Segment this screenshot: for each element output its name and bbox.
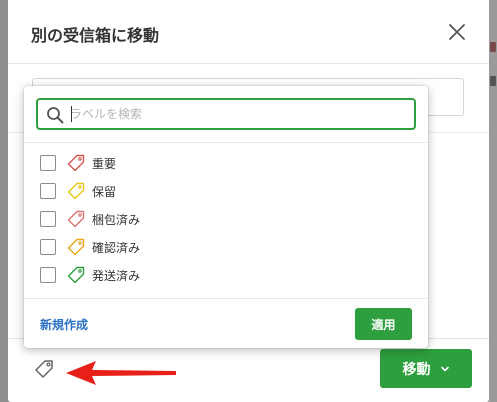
dialog-header: 別の受信箱に移動 bbox=[8, 0, 489, 64]
tag-icon bbox=[35, 360, 53, 378]
checkbox[interactable] bbox=[40, 211, 56, 227]
search-icon bbox=[47, 107, 64, 124]
chevron-down-icon bbox=[440, 366, 449, 371]
checkbox[interactable] bbox=[40, 183, 56, 199]
label-item-hold[interactable]: 保留 bbox=[40, 180, 400, 202]
tag-icon bbox=[67, 266, 85, 284]
label-name: 確認済み bbox=[92, 240, 141, 255]
tag-icon bbox=[67, 154, 85, 172]
background-marker bbox=[490, 42, 496, 52]
tag-icon bbox=[67, 210, 85, 228]
label-name: 発送済み bbox=[92, 268, 141, 283]
label-item-packed[interactable]: 梱包済み bbox=[40, 208, 400, 230]
checkbox[interactable] bbox=[40, 239, 56, 255]
dialog-title: 別の受信箱に移動 bbox=[31, 26, 160, 45]
label-name: 重要 bbox=[92, 156, 117, 171]
background-marker bbox=[490, 76, 496, 86]
checkbox[interactable] bbox=[40, 155, 56, 171]
apply-button[interactable]: 適用 bbox=[355, 308, 412, 340]
create-label-link[interactable]: 新規作成 bbox=[40, 316, 88, 333]
label-item-important[interactable]: 重要 bbox=[40, 152, 400, 174]
label-name: 梱包済み bbox=[92, 212, 141, 227]
label-search-input[interactable] bbox=[70, 102, 410, 126]
close-icon bbox=[449, 24, 465, 40]
label-name: 保留 bbox=[92, 184, 117, 199]
label-item-shipped[interactable]: 発送済み bbox=[40, 264, 400, 286]
label-search-box[interactable] bbox=[36, 98, 416, 130]
tag-button[interactable] bbox=[32, 357, 56, 381]
close-button[interactable] bbox=[447, 22, 467, 42]
tag-icon bbox=[67, 238, 85, 256]
red-arrow-annotation bbox=[66, 361, 176, 385]
tag-icon bbox=[67, 182, 85, 200]
label-item-confirmed[interactable]: 確認済み bbox=[40, 236, 400, 258]
text-cursor bbox=[71, 106, 72, 122]
move-button-label: 移動 bbox=[402, 361, 431, 378]
move-button[interactable]: 移動 bbox=[380, 349, 472, 388]
divider bbox=[24, 142, 428, 143]
label-popover: 重要 保留 梱包済み 確認済み bbox=[24, 86, 428, 348]
checkbox[interactable] bbox=[40, 267, 56, 283]
divider bbox=[24, 298, 428, 299]
